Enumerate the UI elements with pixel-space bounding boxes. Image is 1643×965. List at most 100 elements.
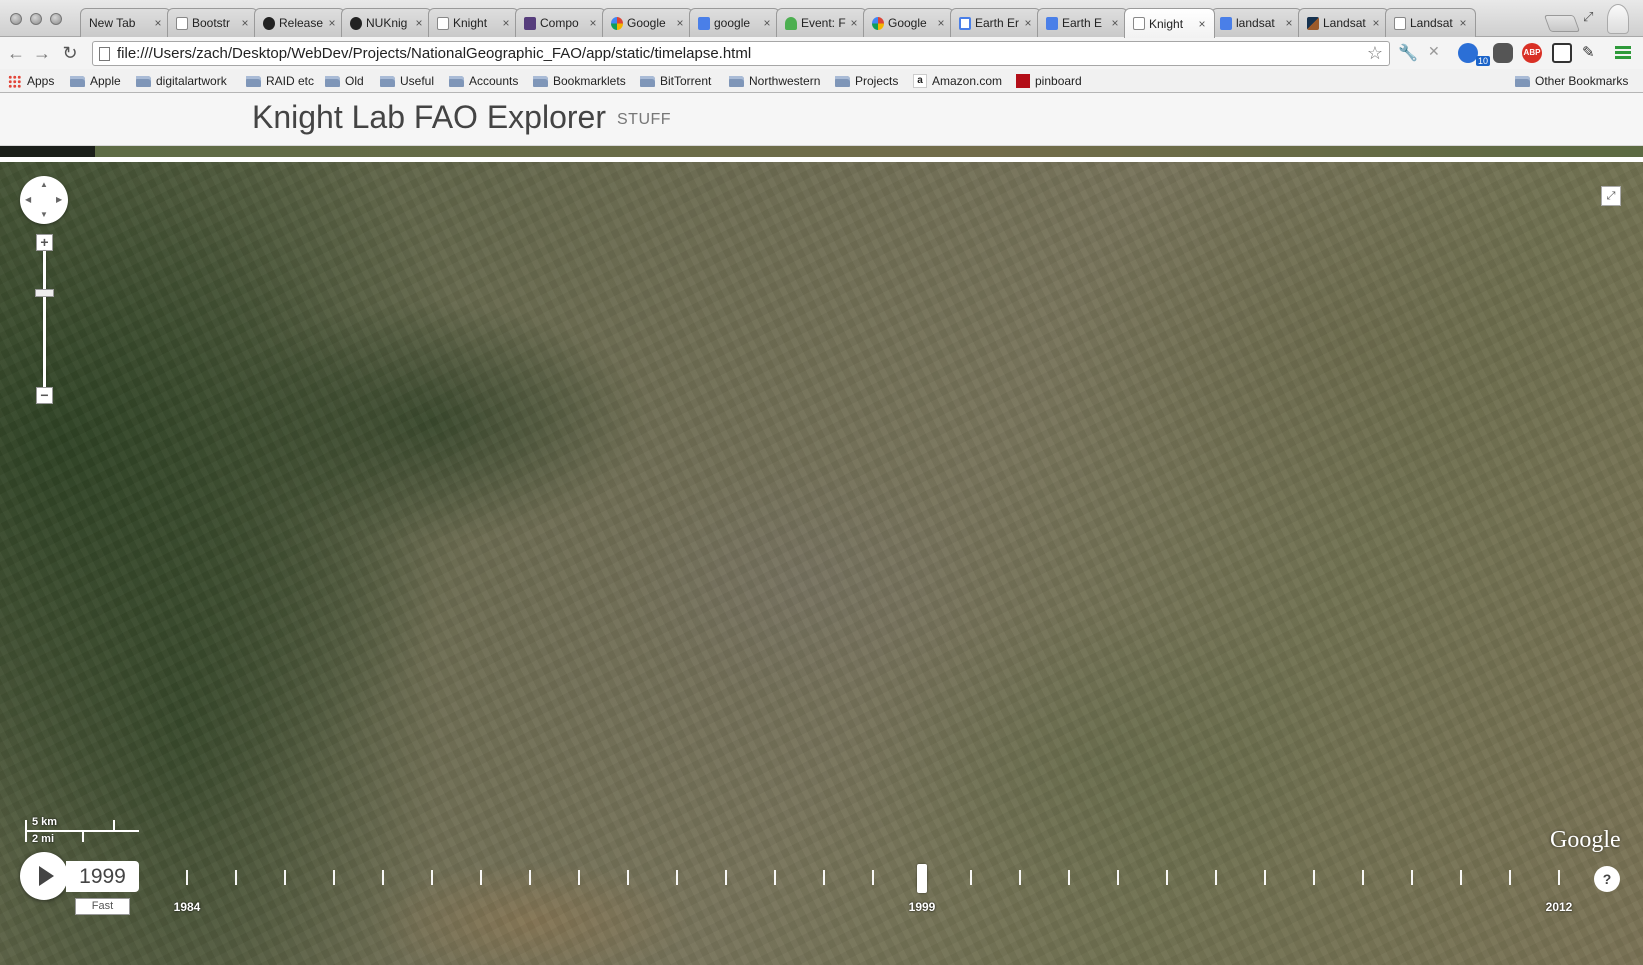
satellite-map[interactable]: ▲ ▼ ◀ ▶ + − ⤢ 5 km 2 mi Google 1984 1999 2… [0,162,1643,965]
tab-close-icon[interactable]: × [1196,17,1208,31]
tab-close-icon[interactable]: × [761,16,773,30]
bookmark-apps[interactable]: Apps [8,72,54,90]
browser-tab[interactable]: landsat × [1211,8,1302,37]
window-zoom-button[interactable] [50,13,62,25]
bookmark-apple[interactable]: Apple [70,72,121,90]
pan-left-icon[interactable]: ◀ [25,196,31,204]
address-bar[interactable]: file:///Users/zach/Desktop/WebDev/Projec… [92,41,1390,66]
window-minimize-button[interactable] [30,13,42,25]
timeline-tick[interactable] [1264,870,1266,885]
pan-down-icon[interactable]: ▼ [40,211,48,219]
url-text[interactable]: file:///Users/zach/Desktop/WebDev/Projec… [117,45,751,62]
browser-tab[interactable]: Bootstr × [167,8,258,37]
timeline-tick[interactable] [872,870,874,885]
timeline-tick[interactable] [578,870,580,885]
bookmark-raid-etc[interactable]: RAID etc [246,72,314,90]
timeline-tick[interactable] [1166,870,1168,885]
timeline-tick[interactable] [1509,870,1511,885]
bookmark-useful[interactable]: Useful [380,72,434,90]
timeline-tick[interactable] [333,870,335,885]
timeline-tick[interactable] [970,870,972,885]
reload-icon[interactable]: ↻ [59,42,81,64]
tab-close-icon[interactable]: × [326,16,338,30]
tab-close-icon[interactable]: × [587,16,599,30]
timeline[interactable]: 1984 1999 2012 [0,862,1643,922]
bookmark-digitalartwork[interactable]: digitalartwork [136,72,227,90]
play-button[interactable] [20,852,68,900]
tab-close-icon[interactable]: × [152,16,164,30]
window-close-button[interactable] [10,13,22,25]
pan-right-icon[interactable]: ▶ [56,196,62,204]
timeline-tick[interactable] [529,870,531,885]
browser-tab[interactable]: Landsat × [1298,8,1389,37]
tab-close-icon[interactable]: × [848,16,860,30]
tab-close-icon[interactable]: × [1109,16,1121,30]
bookmark-northwestern[interactable]: Northwestern [729,72,820,90]
adblock-icon[interactable]: ABP [1522,43,1542,63]
browser-tab[interactable]: Earth Er × [950,8,1041,37]
browser-tab[interactable]: Knight × [428,8,519,37]
new-tab-button[interactable] [1543,15,1581,32]
map-fullscreen-button[interactable]: ⤢ [1601,186,1621,206]
timeline-tick[interactable] [774,870,776,885]
timeline-handle[interactable] [917,864,927,893]
page-subtitle[interactable]: STUFF [617,111,671,129]
evernote-icon[interactable] [1493,43,1513,63]
timeline-tick[interactable] [627,870,629,885]
extension-globe-icon[interactable] [1458,43,1478,63]
forward-arrow-icon[interactable]: → [31,42,53,64]
tab-close-icon[interactable]: × [1283,16,1295,30]
timeline-tick[interactable] [823,870,825,885]
timeline-tick[interactable] [1117,870,1119,885]
tab-close-icon[interactable]: × [1022,16,1034,30]
bookmark-projects[interactable]: Projects [835,72,898,90]
browser-tab[interactable]: Earth E × [1037,8,1128,37]
timeline-tick[interactable] [1313,870,1315,885]
browser-tab[interactable]: New Tab × [80,8,171,37]
bookmark-amazon-com[interactable]: a Amazon.com [913,72,1002,90]
timeline-tick[interactable] [1068,870,1070,885]
timeline-tick[interactable] [1019,870,1021,885]
browser-tab[interactable]: Google × [863,8,954,37]
timeline-tick[interactable] [431,870,433,885]
timeline-tick[interactable] [1558,870,1560,885]
bookmark-old[interactable]: Old [325,72,364,90]
zoom-out-button[interactable]: − [36,387,53,404]
tab-close-icon[interactable]: × [1370,16,1382,30]
timeline-tick[interactable] [284,870,286,885]
zoom-in-button[interactable]: + [36,234,53,251]
timeline-tick[interactable] [725,870,727,885]
pan-up-icon[interactable]: ▲ [40,181,48,189]
browser-tab[interactable]: Knight × [1124,8,1215,38]
zoom-slider-track[interactable] [43,251,46,387]
speed-toggle-button[interactable]: Fast [75,898,130,915]
timeline-tick[interactable] [382,870,384,885]
eyedropper-icon[interactable]: ✎ [1582,43,1602,63]
tab-close-icon[interactable]: × [239,16,251,30]
bookmark-star-icon[interactable]: ☆ [1367,43,1383,64]
resize-icon[interactable] [1552,43,1572,63]
timeline-tick[interactable] [480,870,482,885]
help-button[interactable]: ? [1594,866,1620,892]
tab-close-icon[interactable]: × [500,16,512,30]
bookmark-bookmarklets[interactable]: Bookmarklets [533,72,626,90]
bookmark-bittorrent[interactable]: BitTorrent [640,72,711,90]
browser-tab[interactable]: NUKnig × [341,8,432,37]
tab-close-icon[interactable]: × [1457,16,1469,30]
zoom-slider-handle[interactable] [35,289,54,298]
browser-tab[interactable]: Landsat × [1385,8,1476,37]
timeline-tick[interactable] [1362,870,1364,885]
tab-close-icon[interactable]: × [935,16,947,30]
menu-icon[interactable] [1615,46,1631,60]
timeline-tick[interactable] [1460,870,1462,885]
tab-close-icon[interactable]: × [413,16,425,30]
timeline-tick[interactable] [676,870,678,885]
bookmark-pinboard[interactable]: pinboard [1016,72,1082,90]
browser-tab[interactable]: google × [689,8,780,37]
fullscreen-icon[interactable]: ⤢ [1583,9,1593,25]
timeline-tick[interactable] [186,870,188,885]
other-bookmarks[interactable]: Other Bookmarks [1515,72,1628,90]
profile-avatar[interactable] [1607,4,1629,34]
timeline-tick[interactable] [1215,870,1217,885]
bookmark-accounts[interactable]: Accounts [449,72,518,90]
